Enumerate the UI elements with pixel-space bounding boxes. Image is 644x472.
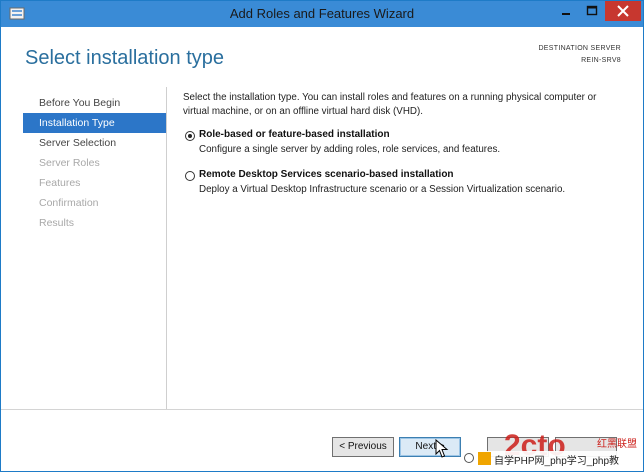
wizard-nav: Before You Begin Installation Type Serve…	[23, 93, 167, 233]
close-button[interactable]	[605, 1, 641, 21]
radio-remote-desktop[interactable]	[185, 171, 195, 181]
option-role-based-description: Configure a single server by adding role…	[199, 144, 501, 155]
nav-item-confirmation: Confirmation	[39, 197, 99, 209]
destination-server-label: DESTINATION SERVER	[538, 45, 621, 52]
close-icon	[617, 5, 629, 17]
nav-item-results: Results	[39, 217, 75, 229]
nav-item-installation-type[interactable]: Installation Type	[23, 113, 167, 133]
previous-button[interactable]: < Previous	[332, 437, 394, 457]
page-title: Select installation type	[25, 47, 225, 69]
maximize-icon	[586, 5, 598, 16]
nav-divider	[166, 87, 167, 410]
watermark-text-secondary: 自学PHP网_php学习_php教	[494, 456, 620, 467]
next-button[interactable]: Next >	[399, 437, 461, 457]
nav-item-server-roles: Server Roles	[39, 157, 100, 169]
minimize-icon	[562, 13, 570, 15]
option-role-based-label[interactable]: Role-based or feature-based installation	[199, 129, 390, 140]
minimize-button[interactable]	[553, 1, 579, 21]
php-icon	[478, 452, 491, 465]
window-title: Add Roles and Features Wizard	[229, 6, 415, 21]
nav-item-features: Features	[39, 177, 81, 189]
wizard-window: Add Roles and Features Wizard Select ins…	[0, 0, 644, 472]
nav-item-server-selection[interactable]: Server Selection	[23, 133, 167, 153]
radio-selected-dot	[188, 134, 192, 138]
option-remote-desktop-description: Deploy a Virtual Desktop Infrastructure …	[199, 184, 566, 195]
radio-role-based[interactable]	[185, 131, 195, 141]
destination-server-name: REIN-SRV8	[581, 57, 621, 64]
mouse-cursor-icon	[435, 439, 449, 458]
wizard-content: Select installation type DESTINATION SER…	[9, 27, 635, 449]
option-remote-desktop-label[interactable]: Remote Desktop Services scenario-based i…	[199, 169, 454, 180]
intro-text: Select the installation type. You can in…	[183, 92, 597, 117]
title-bar[interactable]: Add Roles and Features Wizard	[1, 1, 643, 27]
nav-item-before-you-begin[interactable]: Before You Begin	[23, 93, 167, 113]
watermark-text-primary: 红黑联盟	[597, 439, 637, 450]
footer-divider	[1, 409, 643, 410]
copyright-icon	[464, 453, 474, 463]
maximize-button[interactable]	[579, 1, 605, 21]
main-panel: Select the installation type. You can in…	[183, 91, 623, 195]
